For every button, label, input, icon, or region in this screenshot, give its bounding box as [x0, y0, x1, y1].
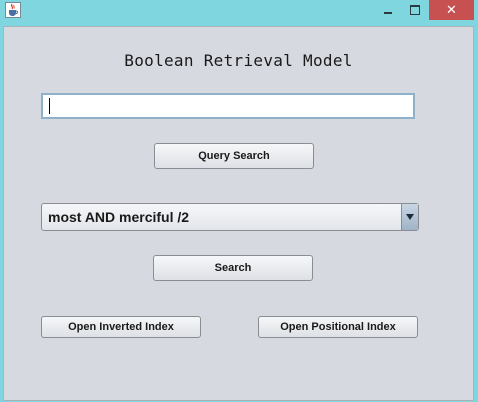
query-search-button[interactable]: Query Search	[154, 143, 314, 169]
open-positional-index-button[interactable]: Open Positional Index	[258, 316, 418, 338]
maximize-icon	[410, 5, 420, 15]
minimize-icon	[384, 12, 392, 14]
query-select[interactable]: most AND merciful /2	[41, 203, 419, 231]
close-button[interactable]: ✕	[429, 0, 474, 20]
main-panel: Boolean Retrieval Model Query Search mos…	[3, 26, 474, 401]
title-bar: ✕	[0, 0, 478, 26]
dropdown-arrow-button[interactable]	[401, 204, 418, 230]
java-cup-icon	[5, 2, 21, 18]
query-select-value: most AND merciful /2	[48, 209, 190, 225]
text-caret	[49, 98, 50, 114]
search-button[interactable]: Search	[153, 255, 313, 281]
close-icon: ✕	[446, 2, 457, 18]
query-input[interactable]	[41, 93, 415, 119]
page-title: Boolean Retrieval Model	[124, 51, 353, 70]
open-inverted-index-button[interactable]: Open Inverted Index	[41, 316, 201, 338]
chevron-down-icon	[406, 214, 414, 220]
minimize-button[interactable]	[375, 0, 401, 20]
maximize-button[interactable]	[401, 0, 429, 20]
